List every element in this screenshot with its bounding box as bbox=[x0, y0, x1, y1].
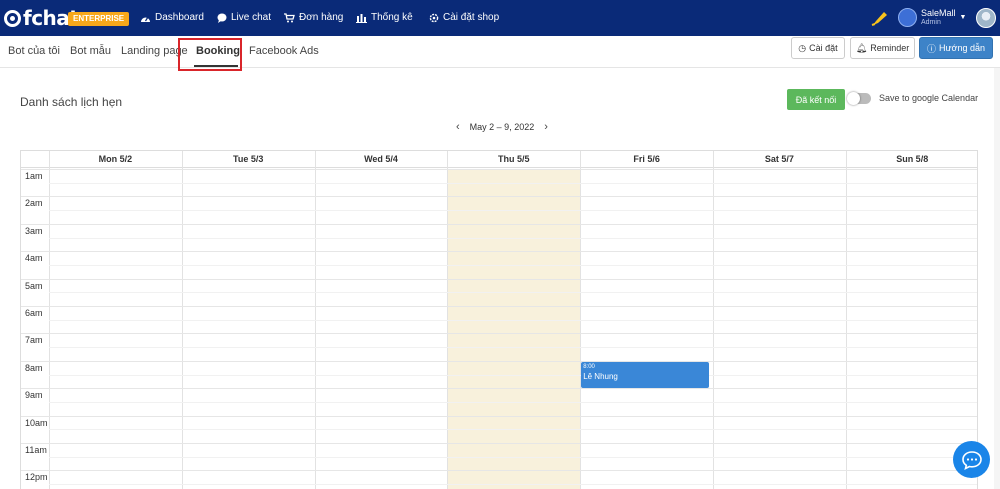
event-name: Lê Nhung bbox=[583, 371, 618, 381]
bell-icon: 🔔︎ bbox=[855, 42, 868, 53]
week-calendar: Mon 5/2 Tue 5/3 Wed 5/4 Thu 5/5 Fri 5/6 Sat 5… bbox=[20, 150, 978, 489]
day-header: Thu 5/5 bbox=[498, 154, 530, 164]
grid-half-hour-line bbox=[49, 182, 977, 184]
settings-button[interactable]: ◷ Cài đặt bbox=[791, 37, 845, 59]
grid-hour-line bbox=[21, 333, 977, 335]
day-header: Wed 5/4 bbox=[364, 154, 398, 164]
scrollbar[interactable] bbox=[994, 68, 1000, 489]
connected-button[interactable]: Đã kết nối bbox=[787, 89, 845, 110]
caret-down-icon: ▼ bbox=[959, 14, 967, 21]
tab-my-bots[interactable]: Bot của tôi bbox=[8, 45, 60, 57]
date-range-label: May 2 – 9, 2022 bbox=[469, 122, 535, 132]
nav-shop-settings[interactable]: Cài đặt shop bbox=[429, 12, 499, 23]
grid-hour-line bbox=[21, 223, 977, 225]
nav-label: Cài đặt shop bbox=[443, 12, 500, 23]
google-calendar-label: Save to google Calendar bbox=[879, 93, 979, 103]
chat-icon bbox=[961, 450, 982, 470]
grid-half-hour-line bbox=[49, 210, 977, 212]
guide-button[interactable]: ⓘ Hướng dẫn bbox=[919, 37, 993, 59]
grid-half-hour-line bbox=[49, 292, 977, 294]
chat-bubble-icon bbox=[217, 13, 227, 23]
prev-week-icon[interactable]: ‹ bbox=[450, 121, 466, 133]
pencil-icon[interactable] bbox=[871, 10, 889, 26]
hour-label: 3am bbox=[25, 225, 43, 236]
grid-hour-line bbox=[21, 278, 977, 280]
next-week-icon[interactable]: › bbox=[538, 121, 554, 133]
event-time: 8:00 bbox=[583, 363, 595, 370]
nav-label: Thống kê bbox=[371, 12, 413, 23]
nav-dashboard[interactable]: Dashboard bbox=[140, 12, 204, 23]
hour-label: 2am bbox=[25, 198, 43, 209]
grid-half-hour-line bbox=[49, 319, 977, 321]
dashboard-icon bbox=[141, 16, 150, 22]
grid-hour-line bbox=[21, 388, 977, 390]
bar-chart-icon bbox=[356, 13, 367, 23]
info-icon: ⓘ bbox=[927, 43, 937, 54]
grid-hour-line bbox=[21, 415, 977, 417]
hour-label: 1am bbox=[25, 171, 43, 181]
grid-half-hour-line bbox=[49, 347, 977, 349]
chat-widget-button[interactable] bbox=[953, 441, 990, 478]
today-column bbox=[447, 169, 581, 489]
grid-hour-line bbox=[21, 251, 977, 253]
grid-half-hour-line bbox=[49, 237, 977, 239]
grid-half-hour-line bbox=[49, 429, 977, 431]
enterprise-badge: ENTERPRISE bbox=[68, 12, 130, 26]
nav-orders[interactable]: Đơn hàng bbox=[284, 12, 343, 23]
gear-icon bbox=[429, 13, 439, 22]
user-menu[interactable]: SaleMall Admin ▼ bbox=[898, 8, 966, 27]
grid-hour-line bbox=[21, 169, 977, 170]
cart-icon bbox=[284, 12, 295, 22]
date-range-nav: ‹ May 2 – 9, 2022 › bbox=[450, 121, 554, 133]
nav-label: Đơn hàng bbox=[299, 12, 344, 23]
page-title: Danh sách lịch hẹn bbox=[20, 95, 123, 109]
grid-half-hour-line bbox=[49, 484, 977, 486]
hour-label: 6am bbox=[25, 308, 43, 318]
grid-hour-line bbox=[21, 443, 977, 444]
hour-label: 10am bbox=[25, 417, 48, 428]
grid-half-hour-line bbox=[49, 456, 977, 458]
grid-hour-line bbox=[21, 470, 977, 472]
logo-icon bbox=[4, 9, 21, 27]
settings-label: Cài đặt bbox=[809, 43, 838, 53]
highlight-box bbox=[178, 38, 242, 71]
nav-live-chat[interactable]: Live chat bbox=[217, 12, 271, 23]
calendar-header: Mon 5/2 Tue 5/3 Wed 5/4 Thu 5/5 Fri 5/6 Sat 5… bbox=[21, 151, 977, 168]
hour-label: 12pm bbox=[25, 472, 48, 483]
day-header: Sun 5/8 bbox=[896, 154, 929, 164]
day-header: Mon 5/2 bbox=[98, 154, 133, 164]
grid-half-hour-line bbox=[49, 401, 977, 403]
hour-label: 9am bbox=[25, 390, 43, 401]
google-calendar-toggle[interactable] bbox=[847, 92, 871, 105]
grid-hour-line bbox=[21, 306, 977, 307]
nav-statistics[interactable]: Thống kê bbox=[356, 12, 413, 23]
hour-label: 11am bbox=[25, 445, 47, 455]
hour-label: 4am bbox=[25, 253, 43, 264]
nav-label: Dashboard bbox=[155, 12, 204, 23]
grid-hour-line bbox=[21, 196, 977, 198]
reminder-label: Reminder bbox=[870, 43, 910, 53]
hour-label: 7am bbox=[25, 335, 43, 346]
avatar[interactable] bbox=[976, 8, 996, 28]
day-header: Fri 5/6 bbox=[633, 154, 660, 164]
tab-bot-templates[interactable]: Bot mẫu bbox=[70, 45, 111, 57]
user-role: Admin bbox=[921, 18, 941, 26]
grid-hour-line bbox=[21, 360, 977, 362]
grid-half-hour-line bbox=[49, 374, 977, 376]
user-name: SaleMall bbox=[921, 7, 956, 18]
store-icon bbox=[898, 8, 917, 27]
top-navbar: fchat ENTERPRISE Dashboard Live chat Đơn… bbox=[0, 0, 1000, 36]
grid-half-hour-line bbox=[49, 264, 977, 266]
nav-label: Live chat bbox=[231, 12, 272, 23]
clock-icon: ◷ bbox=[798, 42, 807, 53]
hour-label: 8am bbox=[25, 362, 43, 373]
day-header: Sat 5/7 bbox=[764, 154, 794, 164]
day-header: Tue 5/3 bbox=[233, 154, 264, 164]
reminder-button[interactable]: 🔔︎ Reminder bbox=[850, 37, 915, 59]
tab-facebook-ads[interactable]: Facebook Ads bbox=[249, 45, 319, 57]
calendar-event[interactable]: 8:00 Lê Nhung bbox=[581, 361, 709, 388]
guide-label: Hướng dẫn bbox=[939, 43, 985, 53]
hour-label: 5am bbox=[25, 280, 43, 291]
